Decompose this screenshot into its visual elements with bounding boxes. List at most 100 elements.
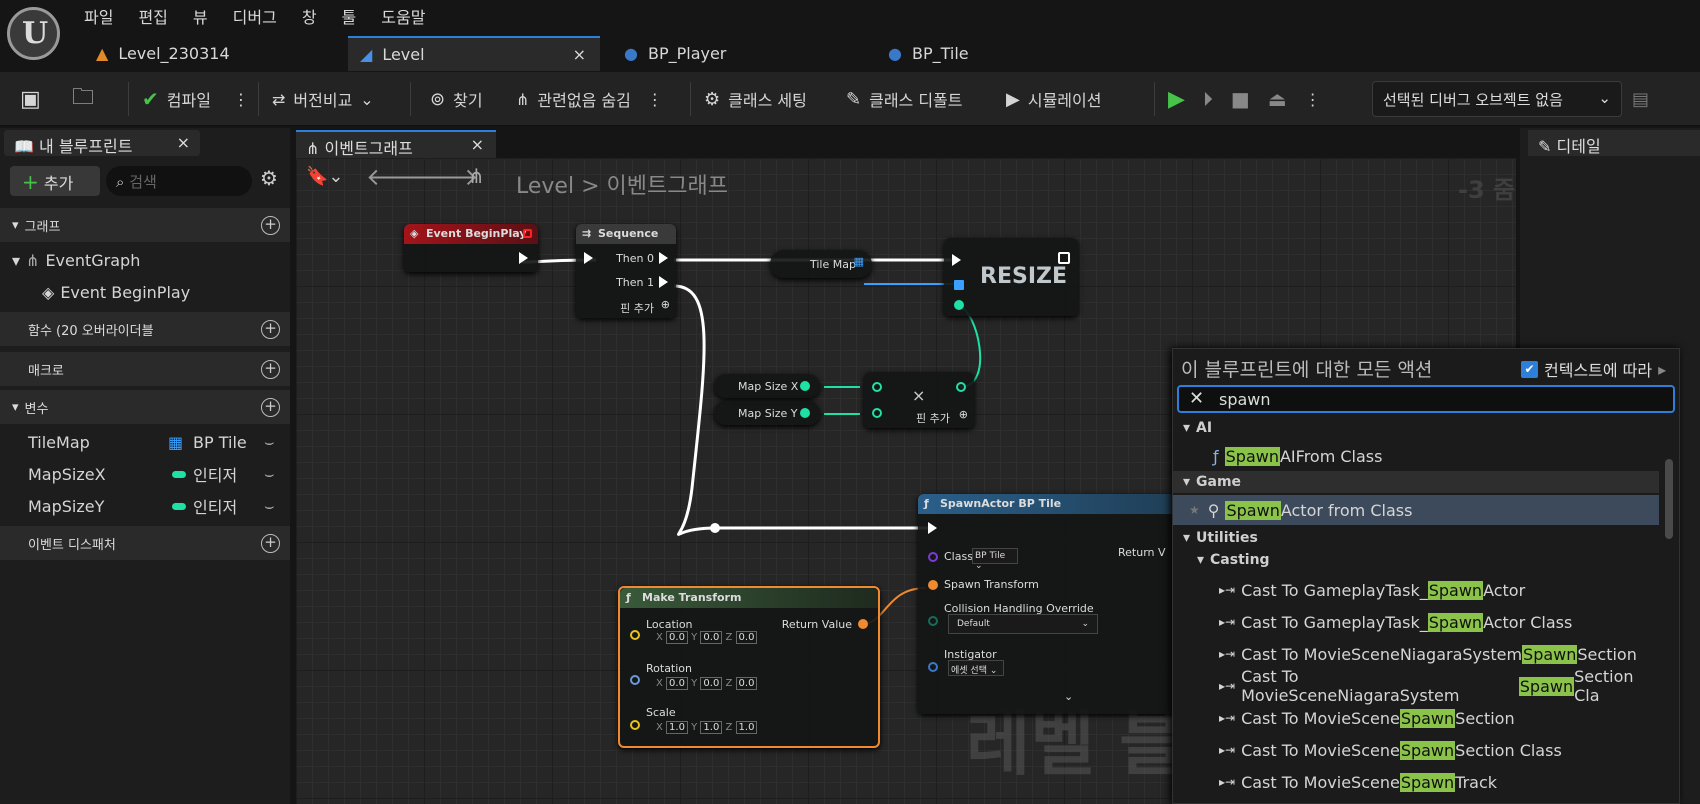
instigator-pin[interactable] (928, 662, 938, 672)
result-out-pin[interactable] (956, 382, 966, 392)
more-icon[interactable]: ⋮ (233, 90, 249, 109)
exec-in-pin[interactable] (928, 522, 937, 534)
action-item[interactable]: ▸⇥ Cast To MovieScene Spawn Section (1173, 703, 1663, 733)
hide-unrelated-button[interactable]: ⋔ 관련없음 숨김 ⋮ (516, 72, 663, 126)
location-pin[interactable] (630, 630, 640, 640)
category-game[interactable]: ▾ Game (1173, 471, 1659, 493)
close-icon[interactable]: × (177, 133, 190, 152)
scrollbar[interactable] (1665, 459, 1673, 539)
advanced-chevron-icon[interactable]: ⌄ (1064, 690, 1073, 703)
eye-closed-icon[interactable]: ⌣ (264, 464, 275, 484)
menu-help[interactable]: 도움말 (381, 4, 425, 28)
add-button[interactable]: + 추가 (10, 166, 100, 196)
simulation-button[interactable]: ▶ 시뮬레이션 (1006, 72, 1101, 126)
add-function-icon[interactable]: + (261, 319, 280, 339)
exec-in-pin[interactable] (952, 254, 961, 266)
action-item[interactable]: ƒ Spawn AIFrom Class (1173, 441, 1663, 471)
exec-out-pin[interactable] (519, 252, 528, 264)
tab-bp-player[interactable]: ● BP_Player (612, 36, 862, 71)
menu-tools[interactable]: 툴 (342, 4, 357, 28)
tab-bp-tile[interactable]: ● BP_Tile (876, 36, 1126, 71)
action-item[interactable]: ▸⇥ Cast To MovieScene Spawn Section Class (1173, 735, 1663, 765)
node-multiply[interactable]: × 핀 추가 ⊕ (864, 372, 974, 428)
collision-dropdown[interactable]: Default ⌄ (948, 614, 1098, 634)
add-dispatcher-icon[interactable]: + (261, 533, 280, 553)
play-icon[interactable]: ▶ (1168, 87, 1185, 112)
details-tab[interactable]: ✎ 디테일 (1528, 130, 1700, 156)
class-settings-button[interactable]: ⚙ 클래스 세팅 (704, 72, 807, 126)
save-button[interactable]: ▣ (20, 72, 41, 126)
size-in-pin[interactable] (954, 300, 964, 310)
node-get-tilemap[interactable]: Tile Map ▦ (770, 250, 872, 278)
more-icon[interactable]: ⋮ (647, 90, 663, 109)
favorite-star-icon[interactable]: ★ (1189, 503, 1200, 517)
then1-pin[interactable] (659, 276, 668, 288)
browse-button[interactable]: 🗀 (72, 72, 94, 126)
node-make-transform[interactable]: ƒ Make Transform Return Value Location X … (618, 586, 880, 748)
node-get-mapsizey[interactable]: Map Size Y (714, 401, 820, 425)
section-variables[interactable]: ▾ 변수 + (0, 390, 290, 424)
add-pin-icon[interactable]: ⊕ (959, 408, 968, 421)
action-search-input[interactable]: ✕ spawn (1177, 385, 1675, 413)
node-event-beginplay[interactable]: ◈ Event BeginPlay (404, 224, 538, 272)
eject-icon[interactable]: ⏏ (1268, 87, 1287, 111)
array-in-pin[interactable] (954, 280, 964, 290)
section-graphs[interactable]: ▾ 그래프 + (0, 208, 290, 242)
delegate-pin[interactable] (523, 229, 532, 238)
compile-button[interactable]: ✔ 컴파일 ⋮ (142, 72, 249, 126)
action-item-selected[interactable]: ★ ⚲ Spawn Actor from Class (1173, 495, 1659, 525)
menu-edit[interactable]: 편집 (138, 4, 167, 28)
step-icon[interactable]: ⏵ (1203, 87, 1213, 111)
node-sequence[interactable]: ⇉ Sequence Then 0 Then 1 핀 추가 ⊕ (576, 224, 676, 318)
add-macro-icon[interactable]: + (261, 359, 280, 379)
exec-out-pin[interactable] (1058, 252, 1070, 264)
tab-level-230314[interactable]: ▲ Level_230314 (84, 36, 344, 71)
rotation-pin[interactable] (630, 675, 640, 685)
menu-view[interactable]: 뷰 (193, 4, 208, 28)
collision-pin[interactable] (928, 616, 938, 626)
diff-button[interactable]: ⇄ 버전비교 ⌄ (272, 72, 374, 126)
grid-pin-icon[interactable]: ▦ (854, 255, 864, 268)
menu-window[interactable]: 창 (302, 4, 317, 28)
section-functions[interactable]: 함수 (20 오버라이더블 + (0, 312, 290, 346)
debug-filter-button[interactable]: ▤ (1632, 72, 1649, 126)
int-out-pin[interactable] (800, 381, 810, 391)
menu-debug[interactable]: 디버그 (233, 4, 277, 28)
more-icon[interactable]: ⋮ (1305, 90, 1321, 109)
category-ai[interactable]: ▾ AI (1183, 417, 1212, 439)
then0-pin[interactable] (659, 252, 668, 264)
debug-object-dropdown[interactable]: 선택된 디버그 오브젝트 없음 ⌄ (1372, 81, 1622, 117)
menu-file[interactable]: 파일 (84, 4, 113, 28)
action-item[interactable]: ▸⇥ Cast To GameplayTask_ Spawn Actor Class (1173, 607, 1663, 637)
instigator-dropdown[interactable]: 에셋 선택 ⌄ (948, 660, 1004, 676)
stop-icon[interactable]: ■ (1231, 87, 1250, 111)
action-item[interactable]: ▸⇥ Cast To MovieScene Spawn Track (1173, 767, 1663, 797)
eye-closed-icon[interactable]: ⌣ (264, 432, 275, 452)
tab-event-graph[interactable]: ⋔ 이벤트그래프 × (296, 130, 496, 158)
class-defaults-button[interactable]: ✎ 클래스 디폴트 (846, 72, 963, 126)
tree-event-beginplay[interactable]: ◈ Event BeginPlay (0, 276, 290, 308)
add-graph-icon[interactable]: + (261, 215, 280, 235)
scale-pin[interactable] (630, 720, 640, 730)
add-variable-icon[interactable]: + (261, 397, 280, 417)
class-dropdown[interactable]: BP Tile ⌄ (972, 548, 1018, 571)
settings-gear-icon[interactable]: ⚙ (260, 166, 278, 190)
context-sensitive-toggle[interactable]: ✔ 컨텍스트에 따라 ▸ (1521, 357, 1666, 381)
action-item[interactable]: ▸⇥ Cast To GameplayTask_ Spawn Actor (1173, 575, 1663, 605)
variable-row[interactable]: MapSizeX 인티저 ⌣ (0, 458, 290, 490)
int-out-pin[interactable] (800, 408, 810, 418)
checkbox-checked-icon[interactable]: ✔ (1521, 360, 1538, 378)
section-macros[interactable]: 매크로 + (0, 352, 290, 386)
exec-in-pin[interactable] (584, 252, 593, 264)
my-blueprint-tab[interactable]: 📖 내 블루프린트 × (4, 130, 200, 156)
close-icon[interactable]: × (573, 45, 586, 64)
b-in-pin[interactable] (872, 408, 882, 418)
category-casting[interactable]: ▾ Casting (1197, 549, 1270, 571)
spawn-transform-pin[interactable] (928, 580, 938, 590)
category-utilities[interactable]: ▾ Utilities (1183, 527, 1258, 549)
class-pin[interactable] (928, 552, 938, 562)
eye-closed-icon[interactable]: ⌣ (264, 496, 275, 516)
find-button[interactable]: ⊚ 찾기 (430, 72, 483, 126)
clear-icon[interactable]: ✕ (1189, 388, 1204, 409)
tab-level[interactable]: ◢ Level × (348, 36, 600, 71)
